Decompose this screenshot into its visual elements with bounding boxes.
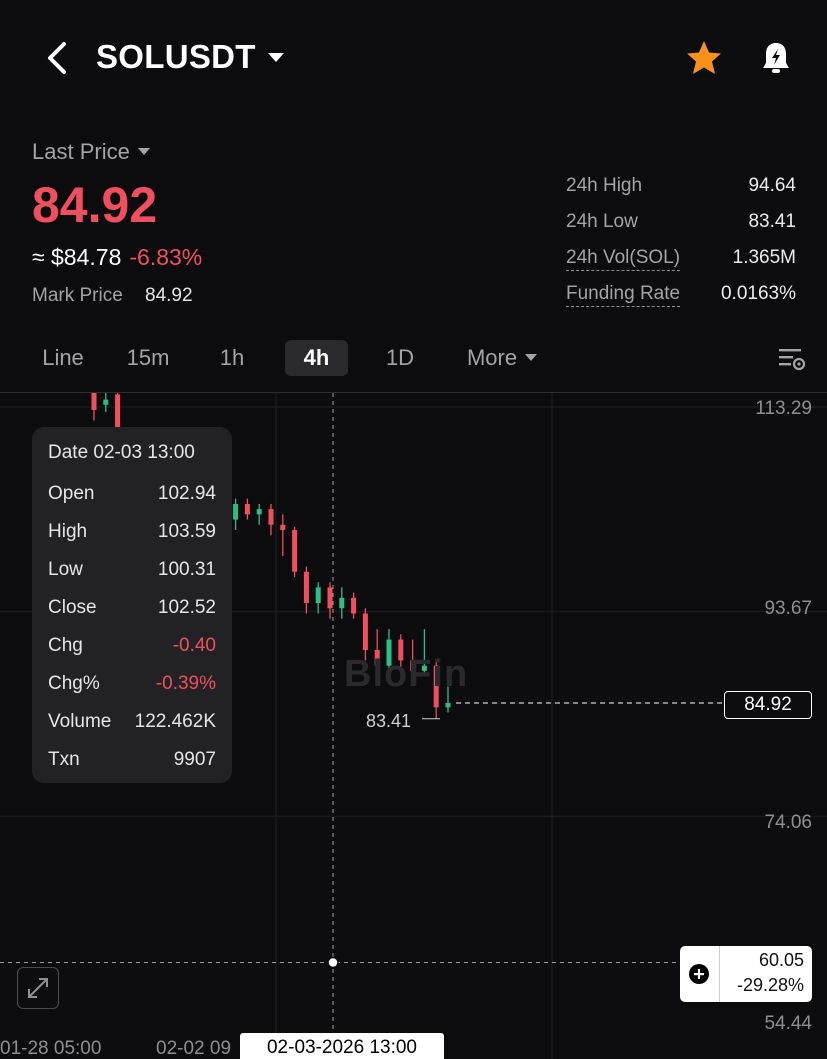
crosshair-price-tag: 60.05 -29.28% (680, 946, 812, 1002)
back-arrow-icon[interactable] (40, 38, 76, 78)
tooltip-row-open: Open 102.94 (48, 475, 216, 513)
tooltip-row-chg-pct: Chg% -0.39% (48, 665, 216, 703)
tab-line[interactable]: Line (26, 340, 100, 376)
candle-body (445, 702, 451, 708)
timeframe-tabs: Line 15m 1h 4h 1D More (0, 338, 827, 383)
mark-price-label: Mark Price (32, 285, 123, 306)
stat-label[interactable]: Funding Rate (566, 283, 681, 307)
tooltip-value: 102.94 (157, 483, 216, 504)
last-price-label: Last Price (32, 139, 130, 164)
tooltip-key: Txn (48, 749, 80, 770)
tooltip-value: 103.59 (157, 521, 216, 542)
tooltip-value: 9907 (173, 749, 216, 770)
pair-title[interactable]: SOLUSDT (96, 38, 256, 76)
candle-body (315, 587, 321, 604)
tooltip-row-close: Close 102.52 (48, 589, 216, 627)
stat-funding-rate: Funding Rate 0.0163% (566, 280, 796, 316)
stat-label: 24h High (566, 175, 643, 196)
tooltip-key: Open (48, 483, 95, 504)
alert-bell-icon[interactable] (756, 38, 796, 78)
low-marker-label: 83.41 (366, 711, 412, 731)
crosshair-price: 60.05 (758, 950, 804, 970)
stat-value: 0.0163% (720, 283, 796, 304)
favorite-star-icon[interactable] (684, 38, 724, 78)
current-price-tag: 84.92 (724, 691, 812, 719)
usd-equivalent: ≈ $84.78 (32, 244, 122, 270)
stat-24h-high: 24h High 94.64 (566, 172, 796, 208)
stats-panel: 24h High 94.64 24h Low 83.41 24h Vol(SOL… (566, 172, 796, 316)
crosshair-dot (327, 956, 339, 969)
tab-15m[interactable]: 15m (112, 340, 184, 376)
candle-body (351, 597, 357, 614)
tab-4h[interactable]: 4h (285, 340, 348, 376)
tab-1h[interactable]: 1h (200, 340, 264, 376)
candle-info-tooltip: Date 02-03 13:00 Open 102.94 High 103.59 L… (32, 427, 232, 783)
price-axis-label: 93.67 (764, 598, 812, 619)
price-axis-label: 54.44 (764, 1013, 812, 1034)
price-axis-label: 74.06 (764, 812, 812, 833)
tooltip-value: -0.40 (172, 635, 216, 656)
candle-body (362, 613, 368, 650)
last-price-value: 84.92 (32, 177, 158, 233)
top-bar: SOLUSDT (0, 0, 827, 115)
tab-more-label: More (466, 345, 518, 370)
stat-value: 94.64 (748, 175, 796, 196)
mark-price-value: 84.92 (145, 285, 193, 306)
change-percent: -6.83% (129, 244, 203, 270)
candle-body (339, 597, 345, 609)
tooltip-value: 122.462K (134, 711, 216, 732)
tooltip-key: Volume (48, 711, 112, 732)
candle-body (103, 399, 109, 405)
crosshair-percent: -29.28% (736, 975, 804, 995)
last-price-selector[interactable]: Last Price (32, 139, 150, 165)
tooltip-date: Date 02-03 13:00 (48, 442, 195, 463)
tooltip-row-high: High 103.59 (48, 513, 216, 551)
tooltip-key: Close (48, 597, 97, 618)
candle-body (256, 509, 262, 515)
tab-more[interactable]: More (452, 340, 552, 376)
chart-settings-icon[interactable] (777, 346, 807, 372)
tooltip-key: High (48, 521, 88, 542)
tooltip-row-volume: Volume 122.462K (48, 703, 216, 741)
tooltip-key: Low (48, 559, 83, 580)
brand-watermark: BloFin (344, 653, 469, 695)
usd-equivalent-row: ≈ $84.78 -6.83% (32, 244, 202, 271)
stat-value: 83.41 (748, 211, 796, 232)
time-axis-label: 01-28 05:00 (0, 1038, 102, 1059)
time-axis-label: 02-02 09 (156, 1038, 232, 1059)
candlestick-chart[interactable]: BloFin 113.29 93.67 74.06 54.44 84.92 83… (0, 392, 827, 1059)
tooltip-key: Chg (48, 635, 83, 656)
caret-down-icon (137, 147, 150, 155)
tooltip-row-txn: Txn 9907 (48, 741, 216, 779)
tooltip-row-chg: Chg -0.40 (48, 627, 216, 665)
tooltip-value: -0.39% (155, 673, 216, 694)
chevron-down-icon[interactable] (266, 50, 286, 64)
candle-body (280, 524, 286, 531)
tab-1d[interactable]: 1D (366, 340, 434, 376)
candle-body (91, 393, 97, 411)
stat-24h-low: 24h Low 83.41 (566, 208, 796, 244)
add-order-button[interactable] (680, 946, 720, 1002)
price-axis-label: 113.29 (755, 398, 812, 419)
candle-body (327, 587, 333, 609)
crosshair-time-tag: 02-03-2026 13:00 (240, 1033, 444, 1059)
stat-value: 1.365M (732, 247, 796, 268)
candle-body (233, 503, 239, 520)
candle-body (292, 530, 298, 572)
stat-24h-volume: 24h Vol(SOL) 1.365M (566, 244, 796, 280)
caret-down-icon (525, 353, 538, 361)
candle-body (268, 509, 274, 525)
tooltip-value: 102.52 (157, 597, 216, 618)
tooltip-key: Chg% (48, 673, 100, 694)
stat-label: 24h Low (566, 211, 638, 232)
tooltip-row-low: Low 100.31 (48, 551, 216, 589)
candle-body (244, 503, 250, 515)
candle-body (303, 571, 309, 604)
tooltip-value: 100.31 (157, 559, 216, 580)
expand-fullscreen-icon[interactable] (17, 967, 59, 1009)
stat-label[interactable]: 24h Vol(SOL) (566, 247, 681, 271)
